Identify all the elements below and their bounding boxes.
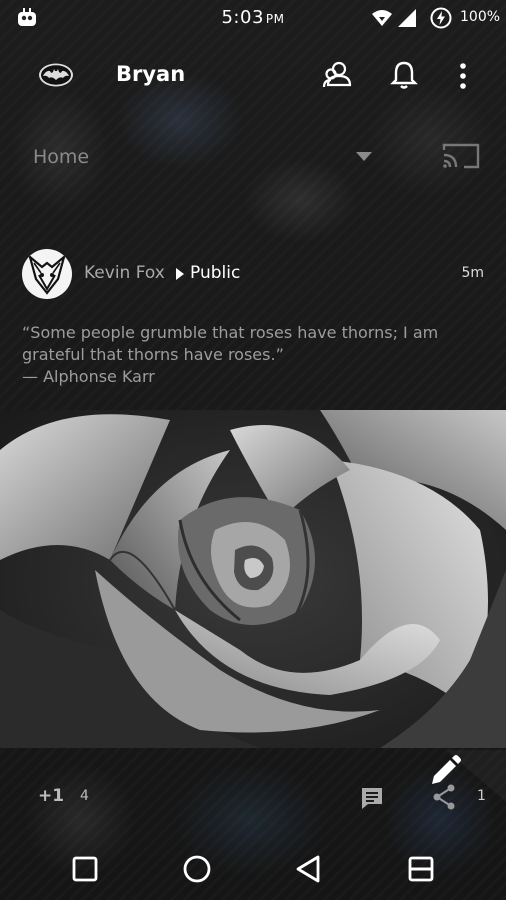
- plus-one-button[interactable]: +1: [38, 786, 64, 806]
- status-bar: 5:03 PM 100%: [0, 0, 506, 36]
- comment-icon[interactable]: [360, 786, 384, 810]
- battery-percentage: 100%: [460, 9, 501, 25]
- system-navigation-bar: [0, 838, 506, 900]
- recents-icon[interactable]: [68, 852, 102, 886]
- author-avatar[interactable]: [22, 249, 72, 299]
- visibility-arrow-icon: [176, 268, 184, 280]
- author-name[interactable]: Kevin Fox: [84, 263, 165, 283]
- back-icon[interactable]: [292, 852, 326, 886]
- account-name[interactable]: Bryan: [116, 62, 185, 86]
- post-text-line: — Alphonse Karr: [22, 367, 155, 386]
- post-text: “Some people grumble that roses have tho…: [22, 322, 492, 388]
- rose-image: [0, 410, 506, 748]
- signal-icon: [398, 9, 416, 27]
- bell-icon[interactable]: [390, 60, 418, 90]
- cast-icon[interactable]: [442, 142, 480, 170]
- home-circle-icon[interactable]: [180, 852, 214, 886]
- edit-pencil-icon[interactable]: [410, 750, 506, 802]
- bat-logo-icon[interactable]: [38, 62, 74, 88]
- app-bar: Bryan: [0, 50, 506, 102]
- wifi-icon: [372, 10, 392, 26]
- post-visibility: Public: [190, 263, 241, 283]
- share-icon[interactable]: [432, 784, 456, 810]
- plus-one-count: 4: [80, 788, 89, 804]
- post-text-line: “Some people grumble that roses have tho…: [22, 323, 439, 342]
- fox-logo-icon: [28, 253, 66, 295]
- stream-selector[interactable]: Home: [33, 146, 89, 168]
- post-actions: +1 4 1: [0, 750, 506, 840]
- stream-filter-bar: Home: [0, 136, 506, 180]
- post-photo[interactable]: [0, 410, 506, 748]
- split-screen-icon[interactable]: [404, 852, 438, 886]
- communities-icon[interactable]: [322, 59, 354, 91]
- battery-charging-icon: [430, 7, 452, 29]
- post-timestamp: 5m: [461, 265, 484, 281]
- overflow-menu-icon[interactable]: [452, 62, 474, 90]
- post-text-line: grateful that thorns have roses.”: [22, 345, 284, 364]
- share-count: 1: [477, 788, 486, 804]
- post-header[interactable]: Kevin Fox Public 5m: [0, 248, 506, 302]
- dropdown-arrow-icon[interactable]: [356, 152, 372, 162]
